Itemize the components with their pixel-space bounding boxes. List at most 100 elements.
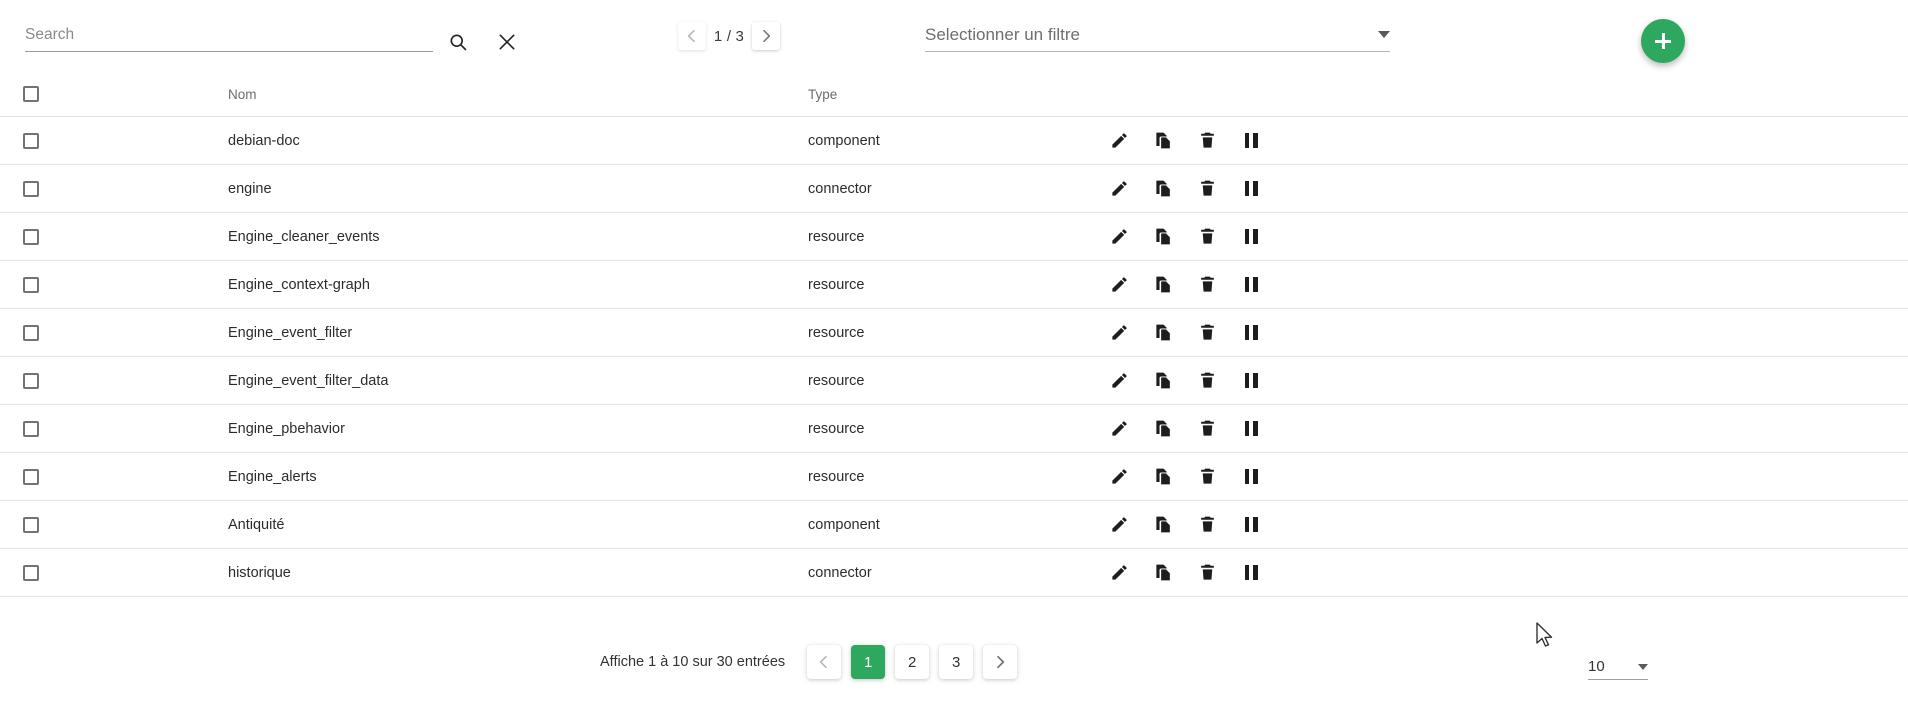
duplicate-icon[interactable] xyxy=(1152,466,1174,488)
row-actions xyxy=(1108,370,1908,392)
row-actions xyxy=(1108,562,1908,584)
delete-icon[interactable] xyxy=(1196,274,1218,296)
table-footer: Affiche 1 à 10 sur 30 entrées 1 2 3 10 xyxy=(0,640,1908,712)
duplicate-icon[interactable] xyxy=(1152,226,1174,248)
delete-icon[interactable] xyxy=(1196,418,1218,440)
row-checkbox[interactable] xyxy=(23,564,39,581)
row-name: Antiquité xyxy=(228,516,285,533)
table-row: Engine_cleaner_events resource xyxy=(0,213,1908,261)
data-table-page: 1 / 3 Selectionner un filtre Nom Type de… xyxy=(0,0,1908,712)
search-field-wrapper xyxy=(25,22,433,52)
row-checkbox[interactable] xyxy=(23,516,39,533)
top-next-page-button[interactable] xyxy=(752,22,780,50)
row-name: debian-doc xyxy=(228,132,300,149)
edit-icon[interactable] xyxy=(1108,466,1130,488)
delete-icon[interactable] xyxy=(1196,562,1218,584)
edit-icon[interactable] xyxy=(1108,562,1130,584)
column-header-type: Type xyxy=(808,86,838,102)
row-type: resource xyxy=(808,372,865,389)
row-checkbox[interactable] xyxy=(23,324,39,341)
row-type: resource xyxy=(808,420,865,437)
filter-select-wrapper: Selectionner un filtre xyxy=(925,22,1390,52)
footer-prev-page-button[interactable] xyxy=(807,645,842,679)
row-type: connector xyxy=(808,564,872,581)
duplicate-icon[interactable] xyxy=(1152,418,1174,440)
duplicate-icon[interactable] xyxy=(1152,274,1174,296)
page-button-1[interactable]: 1 xyxy=(851,645,886,679)
edit-icon[interactable] xyxy=(1108,418,1130,440)
row-type: component xyxy=(808,516,880,533)
pause-icon[interactable] xyxy=(1240,178,1262,200)
table-row: Engine_event_filter resource xyxy=(0,309,1908,357)
pause-icon[interactable] xyxy=(1240,322,1262,344)
close-icon[interactable] xyxy=(492,27,522,57)
delete-icon[interactable] xyxy=(1196,226,1218,248)
row-checkbox[interactable] xyxy=(23,132,39,149)
row-select-cell xyxy=(0,324,228,341)
table-row: Engine_pbehavior resource xyxy=(0,405,1908,453)
select-all-cell xyxy=(0,86,228,102)
delete-icon[interactable] xyxy=(1196,322,1218,344)
row-actions xyxy=(1108,514,1908,536)
edit-icon[interactable] xyxy=(1108,322,1130,344)
rows-per-page-select[interactable]: 10 xyxy=(1588,658,1648,680)
row-select-cell xyxy=(0,132,228,149)
row-checkbox[interactable] xyxy=(23,276,39,293)
row-actions xyxy=(1108,130,1908,152)
edit-icon[interactable] xyxy=(1108,274,1130,296)
pause-icon[interactable] xyxy=(1240,274,1262,296)
delete-icon[interactable] xyxy=(1196,178,1218,200)
row-type: component xyxy=(808,132,880,149)
row-name: Engine_pbehavior xyxy=(228,420,345,437)
row-select-cell xyxy=(0,372,228,389)
search-icon[interactable] xyxy=(443,27,473,57)
edit-icon[interactable] xyxy=(1108,370,1130,392)
delete-icon[interactable] xyxy=(1196,466,1218,488)
duplicate-icon[interactable] xyxy=(1152,562,1174,584)
edit-icon[interactable] xyxy=(1108,178,1130,200)
row-select-cell xyxy=(0,180,228,197)
top-page-indicator: 1 / 3 xyxy=(713,27,745,45)
search-input[interactable] xyxy=(25,22,433,52)
pause-icon[interactable] xyxy=(1240,514,1262,536)
pause-icon[interactable] xyxy=(1240,370,1262,392)
page-button-3[interactable]: 3 xyxy=(939,645,974,679)
edit-icon[interactable] xyxy=(1108,514,1130,536)
edit-icon[interactable] xyxy=(1108,226,1130,248)
plus-icon xyxy=(1655,33,1671,49)
top-prev-page-button[interactable] xyxy=(678,22,706,50)
duplicate-icon[interactable] xyxy=(1152,322,1174,344)
row-checkbox[interactable] xyxy=(23,372,39,389)
duplicate-icon[interactable] xyxy=(1152,130,1174,152)
page-button-2[interactable]: 2 xyxy=(895,645,930,679)
table-row: historique connector xyxy=(0,549,1908,597)
row-checkbox[interactable] xyxy=(23,420,39,437)
table-body: debian-doc component engine connector Engine… xyxy=(0,117,1908,597)
table-row: engine connector xyxy=(0,165,1908,213)
pause-icon[interactable] xyxy=(1240,130,1262,152)
select-all-checkbox[interactable] xyxy=(23,86,39,102)
footer-next-page-button[interactable] xyxy=(983,645,1018,679)
delete-icon[interactable] xyxy=(1196,370,1218,392)
row-name: Engine_event_filter xyxy=(228,324,353,341)
delete-icon[interactable] xyxy=(1196,514,1218,536)
duplicate-icon[interactable] xyxy=(1152,514,1174,536)
pause-icon[interactable] xyxy=(1240,466,1262,488)
row-checkbox[interactable] xyxy=(23,228,39,245)
add-button[interactable] xyxy=(1641,19,1685,63)
pause-icon[interactable] xyxy=(1240,418,1262,440)
row-select-cell xyxy=(0,276,228,293)
rows-per-page-value: 10 xyxy=(1588,658,1605,675)
row-checkbox[interactable] xyxy=(23,180,39,197)
edit-icon[interactable] xyxy=(1108,130,1130,152)
pause-icon[interactable] xyxy=(1240,226,1262,248)
pause-icon[interactable] xyxy=(1240,562,1262,584)
delete-icon[interactable] xyxy=(1196,130,1218,152)
duplicate-icon[interactable] xyxy=(1152,178,1174,200)
row-select-cell xyxy=(0,420,228,437)
filter-select[interactable]: Selectionner un filtre xyxy=(925,22,1390,52)
table-row: Engine_context-graph resource xyxy=(0,261,1908,309)
duplicate-icon[interactable] xyxy=(1152,370,1174,392)
row-type: resource xyxy=(808,324,865,341)
row-checkbox[interactable] xyxy=(23,468,39,485)
